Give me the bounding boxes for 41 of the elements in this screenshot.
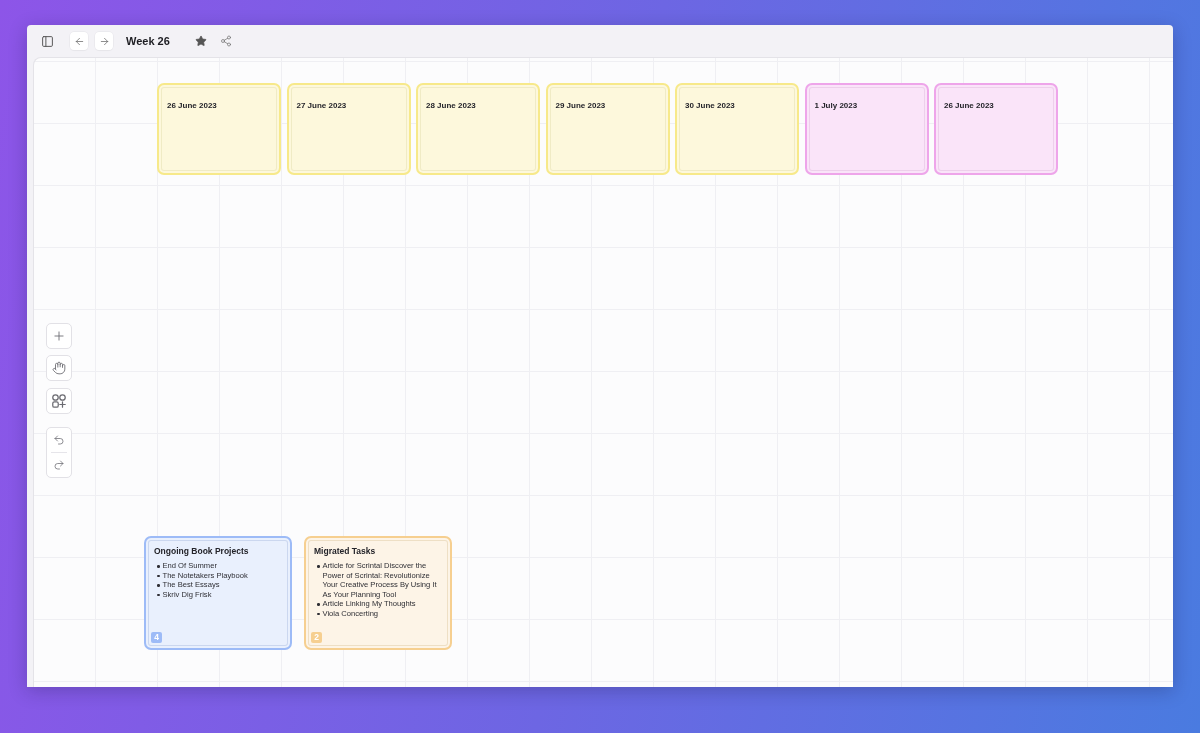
date-card[interactable]: 26 June 2023 [157, 83, 281, 175]
bullet-icon [317, 612, 320, 616]
date-card[interactable]: 30 June 2023 [675, 83, 799, 175]
shapes-button[interactable] [46, 388, 72, 414]
bullet-icon [157, 593, 160, 597]
back-button[interactable] [70, 32, 88, 50]
note-title: Ongoing Book Projects [154, 546, 249, 556]
hand-tool-button[interactable] [46, 355, 72, 381]
card-title: 29 June 2023 [555, 101, 606, 110]
sidebar-icon[interactable] [41, 34, 54, 48]
bullet-icon [157, 584, 160, 587]
card-title: 26 June 2023 [167, 101, 217, 110]
plus-icon [52, 329, 66, 343]
shapes-icon [52, 394, 66, 408]
date-card[interactable]: 29 June 2023 [545, 83, 670, 175]
redo-icon [53, 459, 65, 471]
hand-icon [52, 361, 66, 375]
card-title: 30 June 2023 [685, 101, 735, 110]
note-title: Migrated Tasks [314, 546, 376, 556]
date-card[interactable]: 28 June 2023 [416, 83, 540, 175]
card-title: 1 July 2023 [814, 101, 858, 110]
undo-icon [53, 434, 65, 446]
date-card[interactable]: 1 July 2023 [804, 83, 929, 175]
arrow-left-icon [73, 35, 85, 47]
arrow-right-icon [98, 35, 110, 47]
card-title: 28 June 2023 [426, 101, 476, 110]
date-card[interactable]: 26 June 2023 [934, 83, 1058, 175]
count-badge: 4 [151, 632, 162, 643]
bullet-icon [157, 574, 160, 578]
page-title: Week 26 [126, 35, 170, 47]
bullet-icon [157, 565, 160, 568]
bullet-icon [317, 603, 320, 606]
star-icon[interactable] [194, 35, 207, 47]
date-card[interactable]: 27 June 2023 [286, 83, 411, 175]
bullet-icon [317, 565, 320, 568]
add-button[interactable] [46, 323, 72, 349]
card-title: 27 June 2023 [296, 101, 347, 110]
share-icon[interactable] [219, 35, 232, 47]
forward-button[interactable] [95, 32, 113, 50]
count-badge: 2 [311, 632, 322, 643]
card-title: 26 June 2023 [944, 101, 994, 110]
